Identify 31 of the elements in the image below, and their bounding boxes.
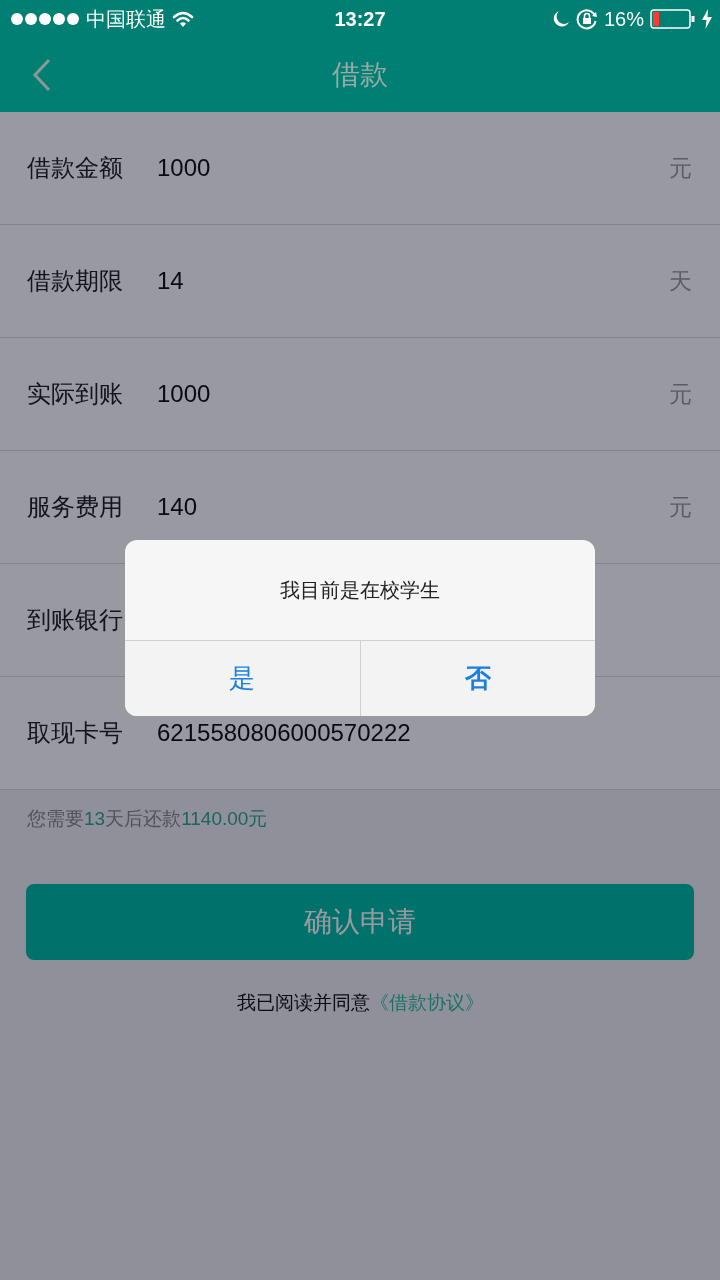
repayment-notice: 您需要13天后还款1140.00元 <box>27 807 269 831</box>
rotation-lock-icon <box>575 8 598 30</box>
battery-percent: 16% <box>603 7 644 31</box>
signal-icon <box>10 12 80 26</box>
agreement-link[interactable]: 《借款协议》 <box>369 992 484 1013</box>
unit-label: 元 <box>669 379 692 409</box>
field-value: 14 <box>157 267 185 295</box>
field-label: 实际到账 <box>27 379 124 409</box>
charging-icon <box>702 9 712 29</box>
field-label: 借款期限 <box>27 266 124 296</box>
field-label: 借款金额 <box>27 153 124 183</box>
field-label: 服务费用 <box>27 492 124 522</box>
moon-icon <box>551 10 570 28</box>
unit-label: 元 <box>669 492 692 522</box>
battery-icon <box>650 9 696 29</box>
field-label: 取现卡号 <box>27 718 124 748</box>
field-value: 1000 <box>157 380 212 408</box>
field-label: 到账银行 <box>27 605 124 635</box>
page-title: 借款 <box>332 58 388 92</box>
wifi-icon <box>172 10 194 28</box>
back-icon <box>32 58 52 92</box>
field-value: 1000 <box>157 154 212 182</box>
field-value: 140 <box>157 493 199 521</box>
submit-button[interactable]: 确认申请 <box>26 884 694 960</box>
unit-label: 元 <box>669 153 692 183</box>
field-value: 6215580806000570222 <box>157 719 412 747</box>
carrier-name: 中国联通 <box>86 6 166 32</box>
unit-label: 天 <box>669 266 692 296</box>
agreement-text: 我已阅读并同意 <box>236 992 370 1013</box>
dialog-button[interactable]: 否 <box>359 641 595 716</box>
clock-time: 13:27 <box>333 7 387 31</box>
